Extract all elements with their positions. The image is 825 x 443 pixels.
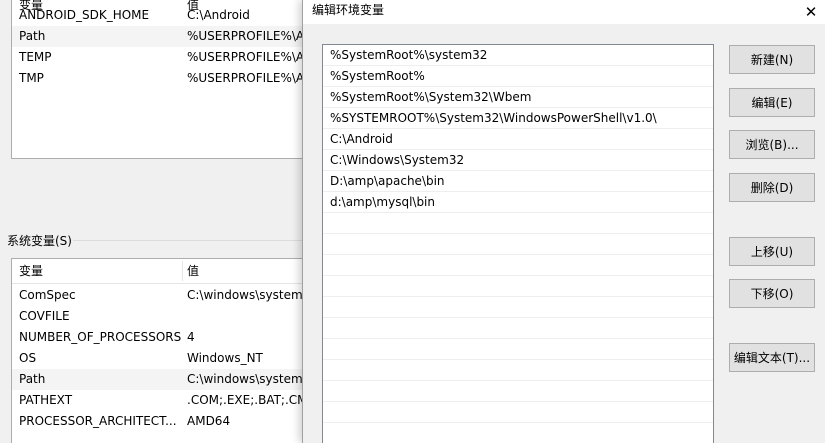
list-item[interactable]: %SystemRoot%\System32\Wbem — [323, 87, 713, 108]
list-item[interactable]: d:\amp\mysql\bin — [323, 192, 713, 213]
variable-value: Windows_NT — [187, 351, 263, 365]
system-variables-label: 系统变量(S) — [7, 234, 313, 248]
list-item[interactable]: %SystemRoot%\system32 — [323, 45, 713, 66]
variable-value: %USERPROFILE%\A — [187, 50, 305, 64]
title-bar[interactable]: 编辑环境变量 ✕ — [303, 0, 825, 24]
list-item-empty[interactable] — [323, 360, 713, 381]
list-item[interactable]: C:\Windows\System32 — [323, 150, 713, 171]
table-row[interactable]: TEMP %USERPROFILE%\A — [12, 47, 310, 68]
list-item-empty[interactable] — [323, 318, 713, 339]
table-row[interactable]: COVFILE — [12, 306, 310, 327]
variable-name: Path — [19, 29, 46, 43]
edit-text-button[interactable]: 编辑文本(T)... — [729, 343, 815, 372]
move-down-button[interactable]: 下移(O) — [729, 279, 815, 308]
table-row[interactable]: ANDROID_SDK_HOME C:\Android — [12, 5, 310, 26]
variable-value: 4 — [187, 330, 195, 344]
variable-value: .COM;.EXE;.BAT;.CM — [187, 393, 308, 407]
table-row[interactable]: ComSpec C:\windows\system3 — [12, 285, 311, 306]
user-variables-list[interactable]: 变量 值 ANDROID_SDK_HOME C:\Android Path %U… — [11, 0, 311, 159]
table-row[interactable]: OS Windows_NT — [12, 348, 310, 369]
variable-name: ComSpec — [19, 288, 76, 302]
variable-name: COVFILE — [19, 309, 70, 323]
list-item[interactable]: D:\amp\apache\bin — [323, 171, 713, 192]
table-row[interactable]: PROCESSOR_ARCHITECT... AMD64 — [12, 411, 310, 432]
new-button[interactable]: 新建(N) — [729, 45, 815, 74]
table-row[interactable]: Path C:\windows\system3 — [12, 369, 311, 390]
table-row[interactable]: PATHEXT .COM;.EXE;.BAT;.CM — [12, 390, 310, 411]
variable-value: %USERPROFILE%\A — [187, 29, 305, 43]
variable-value: C:\windows\system3 — [187, 288, 311, 302]
list-item[interactable]: C:\Android — [323, 129, 713, 150]
list-item-empty[interactable] — [323, 213, 713, 234]
variable-name: TMP — [19, 71, 44, 85]
variable-value: C:\windows\system3 — [187, 372, 311, 386]
close-icon[interactable]: ✕ — [796, 0, 825, 24]
variable-name: NUMBER_OF_PROCESSORS — [19, 330, 182, 344]
table-header-row: 变量 值 — [12, 259, 310, 284]
variable-value: AMD64 — [187, 414, 231, 428]
variable-name: TEMP — [19, 50, 52, 64]
variable-value: %USERPROFILE%\A — [187, 71, 305, 85]
edit-environment-variable-dialog: 编辑环境变量 ✕ %SystemRoot%\system32 %SystemRo… — [302, 0, 825, 443]
delete-button[interactable]: 删除(D) — [729, 173, 815, 202]
list-item[interactable]: %SystemRoot% — [323, 66, 713, 87]
variable-name: PROCESSOR_ARCHITECT... — [19, 414, 177, 428]
path-entries-list[interactable]: %SystemRoot%\system32 %SystemRoot% %Syst… — [322, 44, 714, 443]
variable-value: C:\Android — [187, 8, 250, 22]
list-item-empty[interactable] — [323, 402, 713, 423]
environment-variables-window: 变量 值 ANDROID_SDK_HOME C:\Android Path %U… — [0, 0, 313, 443]
variable-name: PATHEXT — [19, 393, 73, 407]
variable-name: OS — [19, 351, 37, 365]
table-row[interactable]: NUMBER_OF_PROCESSORS 4 — [12, 327, 310, 348]
list-item-empty[interactable] — [323, 381, 713, 402]
system-variables-list[interactable]: 变量 值 ComSpec C:\windows\system3 COVFILE … — [11, 258, 311, 443]
column-header-variable[interactable]: 变量 — [19, 259, 43, 284]
list-item-empty[interactable] — [323, 276, 713, 297]
browse-button[interactable]: 浏览(B)... — [729, 130, 815, 159]
list-item[interactable]: %SYSTEMROOT%\System32\WindowsPowerShell\… — [323, 108, 713, 129]
edit-button[interactable]: 编辑(E) — [729, 88, 815, 117]
variable-name: ANDROID_SDK_HOME — [19, 8, 150, 22]
dialog-title: 编辑环境变量 — [312, 3, 385, 17]
list-item-empty[interactable] — [323, 255, 713, 276]
table-row[interactable]: TMP %USERPROFILE%\A — [12, 68, 310, 89]
column-header-value[interactable]: 值 — [187, 259, 199, 284]
table-row[interactable]: Path %USERPROFILE%\A — [12, 26, 310, 47]
move-up-button[interactable]: 上移(U) — [729, 237, 815, 266]
variable-name: Path — [19, 372, 46, 386]
column-divider[interactable] — [182, 261, 183, 281]
list-item-empty[interactable] — [323, 339, 713, 360]
list-item-empty[interactable] — [323, 234, 713, 255]
list-item-empty[interactable] — [323, 297, 713, 318]
